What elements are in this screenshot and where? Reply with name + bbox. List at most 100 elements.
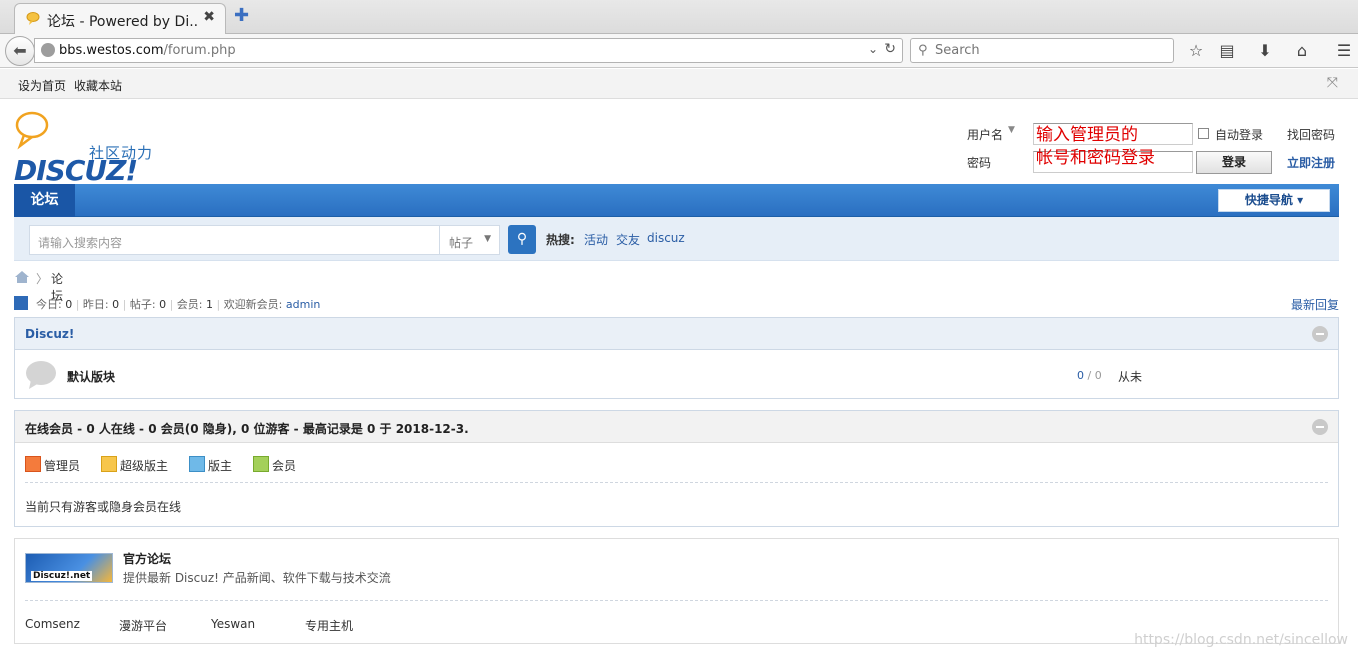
post-count: 0	[1094, 369, 1102, 382]
members-label: 会员:	[176, 298, 203, 311]
new-tab-icon[interactable]: ✚	[234, 5, 249, 26]
today-label: 今日:	[36, 298, 62, 311]
main-navigation: 论坛 快捷导航 ▾	[14, 184, 1339, 217]
address-bar[interactable]: bbs.westos.com/forum.php ⌄ ↻	[34, 38, 903, 63]
search-button[interactable]: ⚲	[508, 225, 536, 254]
login-button[interactable]: 登录	[1196, 151, 1272, 174]
category-box: Discuz! 默认版块 0 / 0 从未	[14, 317, 1339, 399]
hot-search-label: 热搜:	[546, 233, 575, 247]
auto-login-label: 自动登录	[1215, 128, 1264, 142]
find-password-link[interactable]: 找回密码	[1287, 126, 1335, 143]
legend-label: 版主	[208, 459, 233, 473]
bar-chart-icon	[14, 296, 28, 310]
moderator-user-icon	[189, 456, 205, 472]
annotation-line-2: 帐号和密码登录	[1036, 148, 1155, 168]
partner-link[interactable]: 专用主机	[305, 617, 353, 634]
bookmark-site-link[interactable]: 收藏本站	[74, 77, 122, 94]
back-button[interactable]: ⬅	[5, 36, 35, 66]
admin-user-icon	[25, 456, 41, 472]
home-icon[interactable]	[14, 270, 30, 284]
reload-icon[interactable]: ↻	[884, 41, 896, 57]
forum-name-link[interactable]: 默认版块	[67, 368, 115, 385]
discuz-net-logo[interactable]: Discuz!.net	[25, 553, 113, 583]
yesterday-label: 昨日:	[82, 298, 109, 311]
search-type-select[interactable]: 帖子 ▼	[439, 225, 500, 255]
browser-search-box[interactable]: ⚲	[910, 38, 1174, 63]
password-label: 密码	[967, 156, 992, 170]
logo-wordmark: DISCUZ!	[14, 154, 138, 187]
member-user-icon	[253, 456, 269, 472]
site-header: 社区动力 DISCUZ! 用户名 ▼ 密码 输入管理员的 帐号和密码登录 自动登…	[0, 100, 1358, 187]
hot-search-link[interactable]: 活动	[584, 231, 608, 248]
forum-bubble-icon	[26, 361, 56, 389]
today-count: 0	[65, 298, 73, 311]
legend-label: 超级版主	[120, 459, 169, 473]
legend-label: 会员	[272, 459, 297, 473]
discuz-logo[interactable]: 社区动力 DISCUZ!	[14, 110, 154, 187]
url-path: /forum.php	[163, 43, 236, 58]
collapse-icon[interactable]	[1312, 419, 1328, 435]
partner-link[interactable]: 漫游平台	[119, 617, 167, 634]
nav-item-forum[interactable]: 论坛	[14, 184, 75, 217]
username-dropdown-icon[interactable]: ▼	[1008, 125, 1015, 135]
auto-login-checkbox[interactable]	[1198, 128, 1209, 139]
search-row: 请输入搜索内容 帖子 ▼ ⚲ 热搜: 活动 交友 discuz	[14, 217, 1339, 261]
search-placeholder: 请输入搜索内容	[38, 236, 123, 250]
fullscreen-toggle-icon[interactable]: ⤧	[1327, 75, 1338, 91]
bookmark-star-icon[interactable]: ☆	[1186, 41, 1206, 61]
posts-count: 0	[159, 298, 167, 311]
browser-navigation-bar: ⬅ bbs.westos.com/forum.php ⌄ ↻ ⚲ ☆ ▤ ⬇ ⌂…	[0, 34, 1358, 68]
browser-tab-strip: 论坛 - Powered by Di... ✖ ✚	[0, 0, 1358, 34]
partner-link[interactable]: Yeswan	[211, 617, 255, 631]
hot-search-link[interactable]: discuz	[647, 231, 685, 245]
latest-replies-link[interactable]: 最新回复	[1291, 296, 1339, 313]
official-forum-desc: 提供最新 Discuz! 产品新闻、软件下载与技术交流	[123, 571, 391, 585]
browser-search-input[interactable]	[935, 41, 1165, 60]
home-icon[interactable]: ⌂	[1292, 41, 1312, 61]
register-link[interactable]: 立即注册	[1287, 154, 1335, 171]
speech-bubble-logo-icon	[15, 111, 49, 150]
super-moderator-user-icon	[101, 456, 117, 472]
url-history-dropdown-icon[interactable]: ⌄	[868, 42, 878, 56]
globe-icon	[41, 43, 55, 57]
last-post: 从未	[1118, 370, 1143, 384]
watermark: https://blog.csdn.net/sincellow	[1134, 632, 1348, 648]
menu-icon[interactable]: ☰	[1334, 41, 1354, 61]
online-members-title[interactable]: 在线会员 - 0 人在线 - 0 会员(0 隐身), 0 位游客 - 最高记录是…	[25, 420, 469, 437]
discuz-favicon-icon	[26, 12, 40, 25]
reading-list-icon[interactable]: ▤	[1217, 41, 1237, 61]
close-tab-icon[interactable]: ✖	[203, 9, 215, 25]
yesterday-count: 0	[112, 298, 120, 311]
magnifier-icon: ⚲	[516, 231, 528, 247]
username-label: 用户名	[967, 128, 1004, 142]
search-type-value: 帖子	[449, 236, 474, 250]
members-count: 1	[205, 298, 213, 311]
set-homepage-link[interactable]: 设为首页	[18, 77, 66, 94]
category-header: Discuz!	[15, 318, 1338, 350]
online-members-header: 在线会员 - 0 人在线 - 0 会员(0 隐身), 0 位游客 - 最高记录是…	[15, 411, 1338, 443]
online-members-box: 在线会员 - 0 人在线 - 0 会员(0 隐身), 0 位游客 - 最高记录是…	[14, 410, 1339, 527]
tab-title: 论坛 - Powered by Di...	[47, 14, 197, 30]
newest-member-label: 欢迎新会员:	[223, 298, 283, 311]
collapse-icon[interactable]	[1312, 326, 1328, 342]
browser-tab-forum[interactable]: 论坛 - Powered by Di... ✖	[14, 3, 226, 34]
chevron-down-icon: ▼	[484, 234, 491, 244]
discuz-net-caption: Discuz!.net	[31, 571, 93, 581]
site-topbar: 设为首页 收藏本站 ⤧	[0, 69, 1358, 99]
newest-member-link[interactable]: admin	[286, 298, 320, 311]
category-title[interactable]: Discuz!	[25, 327, 74, 341]
official-forum-link[interactable]: 官方论坛	[123, 550, 171, 567]
hot-search-link[interactable]: 交友	[616, 231, 640, 248]
search-icon: ⚲	[918, 43, 928, 58]
divider	[25, 482, 1328, 483]
posts-label: 帖子:	[129, 298, 156, 311]
divider	[25, 600, 1328, 601]
quick-nav-button[interactable]: 快捷导航 ▾	[1218, 189, 1330, 212]
downloads-icon[interactable]: ⬇	[1255, 41, 1275, 61]
forum-counts: 0 / 0	[1077, 369, 1102, 382]
login-form: 用户名 ▼ 密码 输入管理员的 帐号和密码登录 自动登录 登录 找回密码 立即注…	[960, 120, 1350, 176]
stats-text: 今日: 0 | 昨日: 0 | 帖子: 0 | 会员: 1 | 欢迎新会员: a…	[36, 298, 321, 311]
forum-search-input[interactable]: 请输入搜索内容	[29, 225, 440, 255]
online-empty-text: 当前只有游客或隐身会员在线	[25, 500, 182, 514]
partner-link[interactable]: Comsenz	[25, 617, 80, 631]
